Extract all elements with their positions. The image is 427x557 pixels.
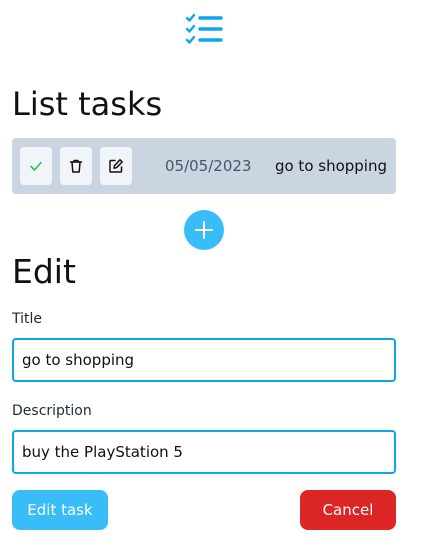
task-row: 05/05/2023 go to shopping <box>12 138 396 194</box>
title-label: Title <box>12 311 43 327</box>
plus-icon <box>195 221 213 239</box>
edit-heading: Edit <box>12 252 76 291</box>
edit-task-button[interactable] <box>100 147 132 185</box>
check-icon <box>30 161 42 171</box>
description-input[interactable] <box>12 430 396 474</box>
task-date: 05/05/2023 <box>165 157 252 175</box>
trash-icon <box>69 159 83 173</box>
checklist-icon <box>184 12 224 46</box>
delete-task-button[interactable] <box>60 147 92 185</box>
cancel-button[interactable]: Cancel <box>300 490 396 530</box>
edit-task-submit-button[interactable]: Edit task <box>12 490 108 530</box>
add-task-button[interactable] <box>184 210 224 250</box>
edit-icon <box>109 159 123 173</box>
title-input[interactable] <box>12 338 396 382</box>
task-title: go to shopping <box>274 157 387 175</box>
complete-task-button[interactable] <box>20 147 52 185</box>
list-heading: List tasks <box>12 85 163 123</box>
description-label: Description <box>12 403 92 419</box>
